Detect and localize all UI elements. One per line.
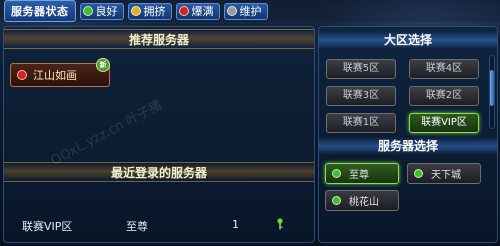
- new-badge-icon: 新: [96, 58, 110, 72]
- region-select-header: 大区选择: [319, 31, 497, 49]
- recommended-servers-panel: 推荐服务器 江山如画 新 最近登录的服务器 联赛VIP区 至尊 1 QQxL.y…: [3, 26, 315, 243]
- watermark-text: QQxL.yzz.cn 叶子猪: [48, 97, 165, 169]
- recent-servers-header: 最近登录的服务器: [4, 162, 314, 182]
- server-status-legend: 服务器状态 良好 拥挤 爆满 维护: [0, 0, 500, 22]
- status-dot-icon: [17, 70, 27, 80]
- recommended-header: 推荐服务器: [4, 29, 314, 49]
- recommended-server-button[interactable]: 江山如画: [10, 63, 110, 87]
- status-dot-icon: [130, 6, 141, 16]
- status-dot-icon: [332, 196, 341, 205]
- legend-maintenance: 维护: [223, 2, 268, 20]
- region-button-3[interactable]: 联赛3区: [326, 86, 396, 106]
- status-dot-icon: [178, 6, 189, 16]
- recent-region: 联赛VIP区: [22, 220, 73, 233]
- region-button-5[interactable]: 联赛5区: [326, 59, 396, 79]
- legend-crowded: 拥挤: [127, 2, 172, 20]
- server-button-label: 天下城: [431, 170, 461, 181]
- legend-good: 良好: [79, 2, 124, 20]
- legend-label: 爆满: [191, 5, 214, 18]
- region-button-4[interactable]: 联赛4区: [409, 59, 479, 79]
- scrollbar-thumb[interactable]: [490, 70, 494, 106]
- legend-label: 拥挤: [143, 5, 166, 18]
- status-dot-icon: [226, 6, 237, 16]
- server-button-tianxiacheng[interactable]: 天下城: [407, 163, 481, 184]
- status-dot-icon: [332, 169, 341, 178]
- recent-character-count: 1: [232, 218, 239, 231]
- region-select-panel: 大区选择 联赛5区 联赛4区 联赛3区 联赛2区 联赛1区 联赛VIP区 服务器…: [318, 26, 498, 243]
- region-button-vip[interactable]: 联赛VIP区: [409, 113, 479, 133]
- server-button-label: 桃花山: [349, 197, 379, 208]
- server-select-header: 服务器选择: [319, 137, 497, 155]
- legend-label: 维护: [239, 5, 262, 18]
- recent-server-name: 至尊: [126, 220, 148, 233]
- status-dot-icon: [82, 6, 93, 16]
- recommended-server-name: 江山如画: [33, 69, 77, 82]
- server-button-label: 至尊: [349, 170, 369, 181]
- server-button-zhizun[interactable]: 至尊: [325, 163, 399, 184]
- region-button-2[interactable]: 联赛2区: [409, 86, 479, 106]
- status-legend-title: 服务器状态: [4, 0, 76, 22]
- key-icon: [277, 218, 283, 230]
- region-scrollbar[interactable]: [489, 55, 495, 129]
- server-button-taohuashan[interactable]: 桃花山: [325, 190, 399, 211]
- legend-label: 良好: [95, 5, 118, 18]
- recent-server-row[interactable]: 联赛VIP区 至尊 1: [4, 215, 314, 233]
- legend-full: 爆满: [175, 2, 220, 20]
- region-button-1[interactable]: 联赛1区: [326, 113, 396, 133]
- status-dot-icon: [414, 169, 423, 178]
